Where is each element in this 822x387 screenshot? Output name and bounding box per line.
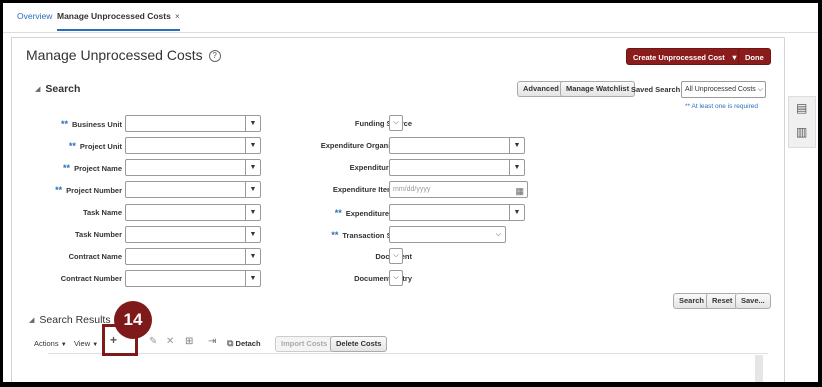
contract-number-field[interactable]: ▼: [125, 270, 261, 287]
advanced-button[interactable]: Advanced: [517, 81, 565, 97]
actions-menu[interactable]: Actions ▼: [34, 339, 67, 348]
required-note: ** At least one is required: [685, 103, 758, 110]
tab-strip: Overview Manage Unprocessed Costs ×: [3, 3, 818, 33]
save-button[interactable]: Save...: [735, 293, 771, 309]
expenditure-item-date-field[interactable]: mm/dd/yyyy ▦: [389, 181, 528, 198]
chevron-down-icon: ⌵: [495, 231, 501, 238]
reset-button[interactable]: Reset: [706, 293, 739, 309]
saved-search-label: Saved Search: [631, 85, 681, 94]
document-select[interactable]: ⌵: [389, 248, 403, 264]
side-panel-rail: ▤ ▥: [788, 96, 816, 148]
delete-icon[interactable]: ✕: [166, 336, 174, 347]
project-number-field[interactable]: ▼: [125, 181, 261, 198]
saved-search-select[interactable]: All Unprocessed Costs ⌵: [681, 81, 766, 98]
contract-number-label: Contract Number: [60, 274, 122, 283]
chevron-down-icon[interactable]: ▼: [509, 205, 524, 220]
project-unit-field[interactable]: ▼: [125, 137, 261, 154]
project-unit-label: ** Project Unit: [68, 141, 122, 151]
chevron-down-icon[interactable]: ▼: [245, 227, 260, 242]
search-results-text: Search Results: [39, 314, 111, 326]
manage-watchlist-button[interactable]: Manage Watchlist: [560, 81, 636, 97]
create-button-label: Create Unprocessed Cost: [633, 53, 725, 62]
detach-icon: ⧉: [227, 338, 234, 348]
chevron-down-icon[interactable]: ▼: [245, 249, 260, 264]
search-button[interactable]: Search: [673, 293, 711, 309]
funding-source-label: Funding Source: [354, 119, 412, 128]
page-title-text: Manage Unprocessed Costs: [26, 47, 203, 63]
search-section-title[interactable]: ◢ Search: [35, 83, 80, 95]
close-tab-icon[interactable]: ×: [175, 11, 180, 21]
date-placeholder: mm/dd/yyyy: [393, 186, 431, 193]
results-table: [48, 353, 768, 382]
saved-search-value: All Unprocessed Costs: [685, 86, 756, 93]
business-unit-field[interactable]: ▼: [125, 115, 261, 132]
chevron-down-icon[interactable]: ▼: [245, 271, 260, 286]
task-name-field[interactable]: ▼: [125, 204, 261, 221]
done-button[interactable]: Done: [738, 48, 771, 65]
chevron-down-icon[interactable]: ▼: [245, 182, 260, 197]
callout-step-badge: 14: [114, 301, 152, 339]
chevron-down-icon[interactable]: ▼: [245, 205, 260, 220]
detach-button[interactable]: ⧉ Detach: [227, 338, 261, 349]
chevron-down-icon: ⌵: [757, 86, 763, 93]
delete-costs-button[interactable]: Delete Costs: [330, 336, 388, 352]
chevron-down-icon[interactable]: ▼: [245, 116, 260, 131]
project-name-label: ** Project Name: [63, 163, 122, 173]
import-costs-button[interactable]: Import Costs: [275, 336, 334, 352]
collapse-triangle-icon: ◢: [35, 86, 41, 93]
task-number-field[interactable]: ▼: [125, 226, 261, 243]
expenditure-organization-field[interactable]: ▼: [389, 137, 525, 154]
create-unprocessed-cost-button[interactable]: Create Unprocessed Cost ▼: [626, 48, 746, 65]
business-unit-label: ** Business Unit: [60, 119, 122, 129]
page-title: Manage Unprocessed Costs?: [26, 47, 221, 63]
document-entry-label: Document Entry: [354, 274, 412, 283]
collapse-triangle-icon: ◢: [29, 317, 35, 324]
app-frame: Overview Manage Unprocessed Costs × Manag…: [3, 3, 818, 382]
bar-chart-icon[interactable]: ▥: [796, 125, 807, 139]
expenditure-type-field[interactable]: ▼: [389, 159, 525, 176]
add-icon[interactable]: +: [110, 333, 117, 347]
funding-source-select[interactable]: ⌵: [389, 115, 403, 131]
tab-manage-unprocessed-costs[interactable]: Manage Unprocessed Costs ×: [57, 11, 180, 31]
search-title-text: Search: [45, 83, 81, 95]
chevron-down-icon[interactable]: ▼: [245, 138, 260, 153]
view-menu[interactable]: View ▼: [74, 339, 98, 348]
tab-label: Manage Unprocessed Costs: [57, 11, 171, 21]
contract-name-label: Contract Name: [68, 252, 122, 261]
transaction-source-select[interactable]: ⌵: [389, 226, 506, 243]
chevron-down-icon[interactable]: ▼: [509, 138, 524, 153]
document-icon[interactable]: ▤: [796, 101, 807, 115]
task-number-label: Task Number: [75, 230, 122, 239]
contract-name-field[interactable]: ▼: [125, 248, 261, 265]
edit-icon[interactable]: ✎: [149, 336, 157, 347]
document-entry-select[interactable]: ⌵: [389, 270, 403, 286]
project-name-field[interactable]: ▼: [125, 159, 261, 176]
tab-overview[interactable]: Overview: [17, 11, 52, 21]
calendar-icon[interactable]: ▦: [515, 184, 524, 197]
task-name-label: Task Name: [82, 208, 122, 217]
project-number-label: ** Project Number: [55, 185, 122, 195]
vertical-scrollbar[interactable]: [755, 355, 763, 382]
freeze-icon[interactable]: ⊞: [185, 336, 193, 347]
chevron-down-icon[interactable]: ▼: [509, 160, 524, 175]
search-results-title[interactable]: ◢ Search Results: [29, 314, 111, 326]
chevron-down-icon[interactable]: ▼: [245, 160, 260, 175]
help-icon[interactable]: ?: [208, 50, 221, 62]
wrap-icon[interactable]: ⇥: [208, 336, 216, 347]
expenditure-batch-field[interactable]: ▼: [389, 204, 525, 221]
